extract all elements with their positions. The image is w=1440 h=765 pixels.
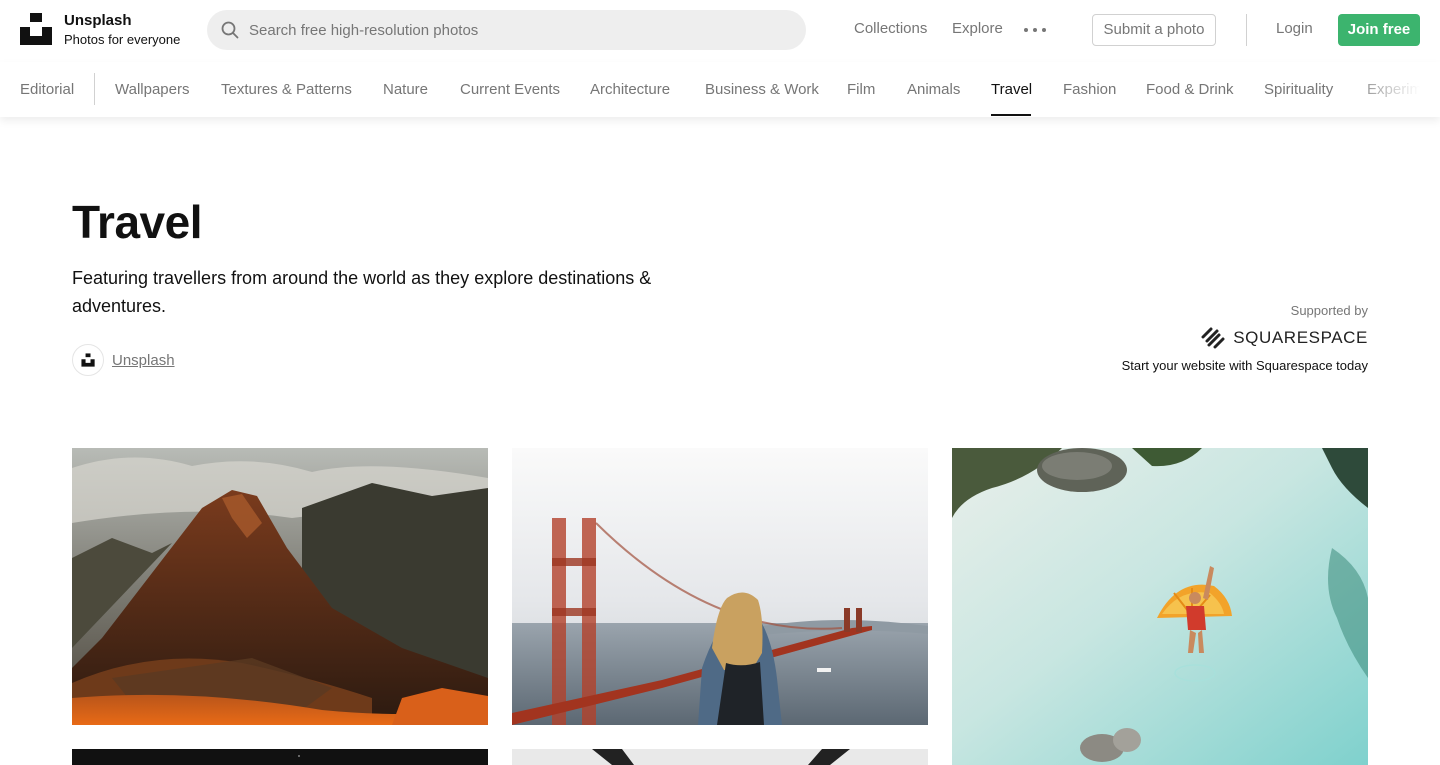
search-input[interactable] [249,10,789,50]
search-icon[interactable] [221,21,239,39]
curator-link[interactable]: Unsplash [112,352,175,370]
nav-explore-link[interactable]: Explore [952,20,1003,38]
sponsor-label: Supported by [1290,303,1368,318]
topic-tab-editorial[interactable]: Editorial [20,81,74,99]
ellipsis-icon[interactable] [1024,21,1046,39]
top-navigation: Unsplash Photos for everyone Collections… [0,0,1440,62]
topic-tab-animals[interactable]: Animals [907,81,960,99]
topic-tab-spirituality[interactable]: Spirituality [1264,81,1333,99]
topic-tab-experimental[interactable]: Experime [1367,81,1430,99]
photo-image [512,749,928,765]
topic-tab-fashion[interactable]: Fashion [1063,81,1116,99]
sponsor-logo[interactable]: SQUARESPACE [1200,326,1368,350]
beach-float-aerial-photo[interactable] [952,448,1368,765]
brand-name: Unsplash [64,12,132,29]
topic-divider [94,73,95,105]
topic-tab-travel[interactable]: Travel [991,81,1032,99]
dark-night-photo[interactable] [72,749,488,765]
brand-tagline: Photos for everyone [64,32,181,47]
topic-tab-business-work[interactable]: Business & Work [705,81,819,99]
page-title: Travel [72,196,203,248]
nav-collections-link[interactable]: Collections [854,20,927,38]
login-link[interactable]: Login [1276,20,1313,38]
photo-image [72,448,488,725]
sponsor-name: SQUARESPACE [1233,328,1368,347]
mountain-ruins-photo[interactable] [72,448,488,725]
golden-gate-bridge-photo[interactable] [512,448,928,725]
topic-tab-current-events[interactable]: Current Events [460,81,560,99]
photo-image [512,448,928,725]
search-bar [207,10,806,50]
active-tab-indicator [991,114,1031,116]
unsplash-logo-icon [81,353,95,367]
header-divider [1246,14,1247,46]
topic-tab-food-drink[interactable]: Food & Drink [1146,81,1234,99]
bright-arch-photo[interactable] [512,749,928,765]
topic-description: Featuring travellers from around the wor… [72,268,652,316]
topic-tab-film[interactable]: Film [847,81,875,99]
photo-image [72,749,488,765]
topic-tab-wallpapers[interactable]: Wallpapers [115,81,189,99]
topic-tab-nature[interactable]: Nature [383,81,428,99]
sponsor-cta-link[interactable]: Start your website with Squarespace toda… [1122,358,1368,374]
squarespace-logo-icon [1201,327,1225,349]
unsplash-logo-icon[interactable] [20,13,52,45]
photo-image [952,448,1368,765]
avatar[interactable] [72,344,104,376]
join-free-button[interactable]: Join free [1338,14,1420,46]
topic-tab-architecture[interactable]: Architecture [590,81,670,99]
topic-tab-textures[interactable]: Textures & Patterns [221,81,352,99]
brand[interactable]: Unsplash Photos for everyone [64,12,180,48]
submit-photo-button[interactable]: Submit a photo [1092,14,1216,46]
topic-navigation: Editorial Wallpapers Textures & Patterns… [0,62,1440,117]
